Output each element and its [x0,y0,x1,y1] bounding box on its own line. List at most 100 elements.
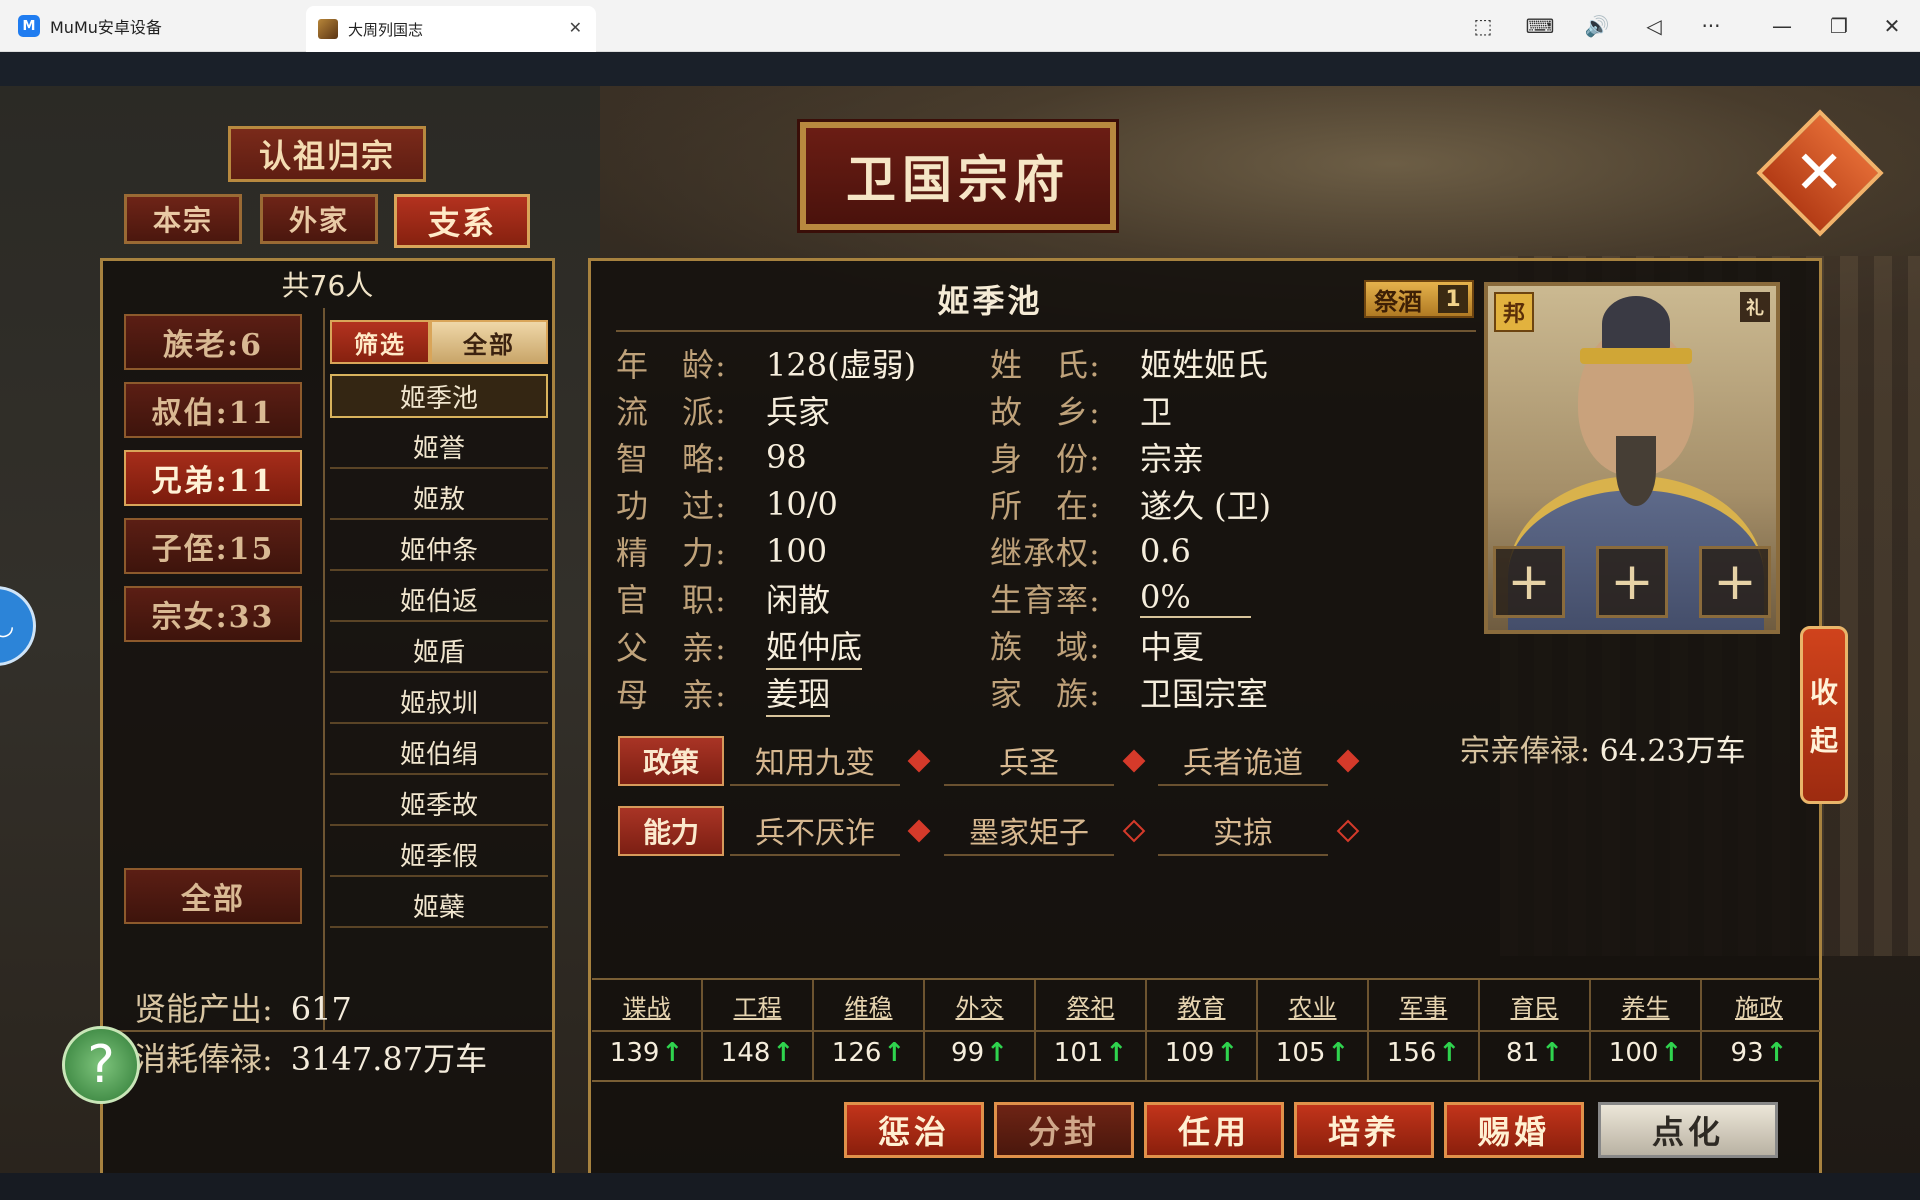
info-value: 卫国宗室 [1140,675,1269,713]
info-value: 姬姓姬氏 [1140,346,1269,384]
attribute-column: 施政 93↑ [1702,980,1816,1080]
list-item[interactable]: 姬季池 [330,374,548,418]
attribute-name: 教育 [1177,994,1226,1022]
attribute-value: 156↑ [1369,1038,1478,1068]
attribute-column: 育民 81↑ [1480,980,1591,1080]
more-icon[interactable]: ··· [1683,0,1739,52]
attribute-name: 农业 [1288,994,1337,1022]
list-item[interactable]: 姬伯返 [330,578,548,622]
train-button[interactable]: 培养 [1294,1102,1434,1158]
info-father: 父 亲: 姬仲底 [616,622,863,670]
equip-slot-2[interactable]: + [1596,546,1668,618]
category-elders[interactable]: 族老:6 [124,314,302,370]
info-office: 官 职: 闲散 [616,575,830,621]
attribute-value: 139↑ [592,1038,701,1068]
category-brothers[interactable]: 兄弟:11 [124,450,302,506]
restore-button[interactable]: ❐ [1811,0,1867,52]
back-icon[interactable]: ◁ [1626,0,1682,52]
character-name: 姬季池 [937,282,1043,320]
attribute-column: 农业 105↑ [1258,980,1369,1080]
info-label: 流 派: [616,393,727,431]
category-clan-women[interactable]: 宗女:33 [124,586,302,642]
clan-salary: 宗亲俸禄: 64.23万车 [1460,726,1790,770]
list-item[interactable]: 姬叔圳 [330,680,548,724]
up-arrow-icon: ↑ [986,1038,1008,1068]
policy-item[interactable]: 兵者诡道 [1158,736,1328,786]
policy-item[interactable]: 知用九变 [730,736,900,786]
ability-item[interactable]: 实掠 [1158,806,1328,856]
mumu-logo-icon: M [18,15,40,37]
info-value: 10/0 [766,485,838,523]
info-label: 功 过: [616,487,727,525]
minimize-button[interactable]: — [1754,0,1810,52]
list-item[interactable]: 姬蘗 [330,884,548,928]
clan-salary-label: 宗亲俸禄: [1460,734,1591,769]
info-age: 年 龄: 128(虚弱) [616,340,916,386]
collapse-char: 收 [1809,676,1838,709]
keyboard-icon[interactable]: ⌨ [1512,0,1568,52]
talent-output-value: 617 [290,990,352,1028]
policy-tag: 政策 [618,736,724,786]
tab-outer-family[interactable]: 外家 [260,194,378,244]
appoint-button[interactable]: 任用 [1144,1102,1284,1158]
filter-button[interactable]: 筛选 [330,320,430,364]
attribute-value: 99↑ [925,1038,1034,1068]
list-item[interactable]: 姬季故 [330,782,548,826]
info-succession: 继承权: 0.6 [990,528,1191,574]
info-school: 流 派: 兵家 [616,387,830,433]
help-button[interactable]: ? [62,1026,140,1104]
info-value: 遂久 (卫) [1140,487,1272,525]
talent-output: 贤能产出: 617 [134,984,352,1030]
attribute-column: 教育 109↑ [1147,980,1258,1080]
volume-icon[interactable]: 🔊 [1569,0,1625,52]
equip-slot-3[interactable]: + [1699,546,1771,618]
wine-officer-label: 祭酒 [1374,287,1422,316]
enlighten-button[interactable]: 点化 [1598,1102,1778,1158]
policy-item[interactable]: 兵圣 [944,736,1114,786]
list-item[interactable]: 姬季假 [330,833,548,877]
collapse-button[interactable]: 收 起 [1800,626,1848,804]
app-tab[interactable]: M MuMu安卓设备 [0,0,305,52]
category-uncles[interactable]: 叔伯:11 [124,382,302,438]
clan-salary-value: 64.23万车 [1599,734,1746,769]
ability-item[interactable]: 墨家矩子 [944,806,1114,856]
up-arrow-icon: ↑ [772,1038,795,1068]
tab-main-clan[interactable]: 本宗 [124,194,242,244]
list-item[interactable]: 姬仲条 [330,527,548,571]
equip-slot-1[interactable]: + [1493,546,1565,618]
attribute-name: 祭祀 [1066,994,1115,1022]
info-surname: 姓 氏: 姬姓姬氏 [990,340,1268,386]
category-all-button[interactable]: 全部 [124,868,302,924]
info-label: 家 族: [990,675,1101,713]
attribute-value: 148↑ [703,1038,812,1068]
tab-close-icon[interactable]: ✕ [569,18,582,37]
fertility-value[interactable]: 0% [1140,578,1251,618]
info-label: 族 域: [990,628,1101,666]
game-tab-title: 大周列国志 [348,20,424,39]
enfeoff-button[interactable]: 分封 [994,1102,1134,1158]
up-arrow-icon: ↑ [1660,1038,1683,1068]
father-link[interactable]: 姬仲底 [766,622,863,670]
grant-marriage-button[interactable]: 赐婚 [1444,1102,1584,1158]
ability-item[interactable]: 兵不厌诈 [730,806,900,856]
mother-link[interactable]: 姜珚 [766,669,831,717]
attribute-name: 施政 [1735,994,1783,1022]
list-item[interactable]: 姬伯绢 [330,731,548,775]
screen-record-icon[interactable]: ⬚ [1455,0,1511,52]
salary-cost-value: 3147.87万车 [290,1040,488,1078]
game-tab[interactable]: 大周列国志 ✕ [306,6,596,52]
filter-all-button[interactable]: 全部 [430,320,548,364]
attribute-name: 外交 [955,994,1004,1022]
info-label: 生育率: [990,581,1101,619]
list-item[interactable]: 姬敖 [330,476,548,520]
list-item[interactable]: 姬誉 [330,425,548,469]
close-window-button[interactable]: ✕ [1864,0,1920,52]
portrait-hat [1602,296,1670,352]
attribute-value: 81↑ [1480,1038,1589,1068]
tab-branch[interactable]: 支系 [394,194,530,248]
category-nephews[interactable]: 子侄:15 [124,518,302,574]
up-arrow-icon: ↑ [1438,1038,1461,1068]
attribute-name: 军事 [1399,994,1448,1022]
punish-button[interactable]: 惩治 [844,1102,984,1158]
list-item[interactable]: 姬盾 [330,629,548,673]
